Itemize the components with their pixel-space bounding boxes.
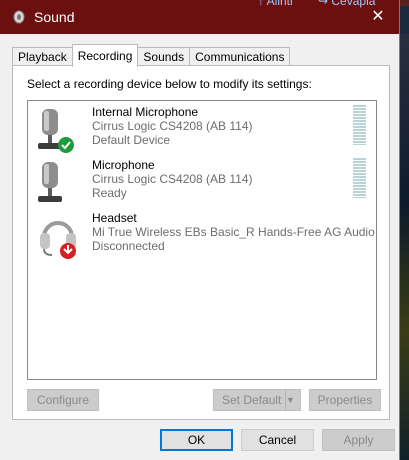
close-icon: ✕ xyxy=(371,8,385,25)
set-default-button[interactable]: Set Default ▼ xyxy=(213,389,301,411)
tab-playback[interactable]: Playback xyxy=(12,47,73,67)
cancel-button[interactable]: Cancel xyxy=(241,429,314,451)
window-title: Sound xyxy=(34,9,75,25)
level-meter xyxy=(353,105,366,145)
device-status: Disconnected xyxy=(92,239,165,253)
desktop-strip-right xyxy=(399,34,409,460)
device-name: Internal Microphone xyxy=(92,105,199,119)
recording-panel: Select a recording device below to modif… xyxy=(12,65,390,420)
title-bar[interactable]: ↑ Alinti ↪ Cevapla Sound ✕ xyxy=(0,0,399,34)
device-item-headset[interactable]: Headset Mi True Wireless EBs Basic_R Han… xyxy=(28,209,376,261)
close-button[interactable]: ✕ xyxy=(361,3,395,31)
microphone-icon xyxy=(38,162,62,202)
device-item-internal-microphone[interactable]: Internal Microphone Cirrus Logic CS4208 … xyxy=(28,103,376,155)
apply-button[interactable]: Apply xyxy=(322,429,395,451)
speaker-app-icon xyxy=(13,10,25,24)
device-item-microphone[interactable]: Microphone Cirrus Logic CS4208 (AB 114) … xyxy=(28,156,376,208)
headset-icon xyxy=(40,221,76,259)
tab-communications[interactable]: Communications xyxy=(189,47,291,67)
device-name: Headset xyxy=(92,211,137,225)
device-driver: Mi True Wireless EBs Basic_R Hands-Free … xyxy=(92,225,375,239)
ok-button[interactable]: OK xyxy=(160,429,233,451)
tab-sounds[interactable]: Sounds xyxy=(137,47,191,67)
microphone-icon xyxy=(38,109,74,153)
check-badge-icon xyxy=(58,137,74,153)
disconnected-badge-icon xyxy=(60,243,76,259)
tab-strip: Playback Recording Sounds Communications xyxy=(12,44,291,67)
device-list[interactable]: Internal Microphone Cirrus Logic CS4208 … xyxy=(27,100,377,380)
sound-dialog: ↑ Alinti ↪ Cevapla Sound ✕ Playback Reco… xyxy=(0,0,400,460)
device-status: Ready xyxy=(92,186,127,200)
device-name: Microphone xyxy=(92,158,155,172)
device-driver: Cirrus Logic CS4208 (AB 114) xyxy=(92,172,253,186)
device-driver: Cirrus Logic CS4208 (AB 114) xyxy=(92,119,253,133)
level-meter xyxy=(353,158,366,198)
instruction-text: Select a recording device below to modif… xyxy=(27,77,312,91)
device-status: Default Device xyxy=(92,133,171,147)
tab-recording[interactable]: Recording xyxy=(71,44,139,67)
background-quote-link: ↑ Alinti xyxy=(258,0,293,8)
chevron-down-icon[interactable]: ▼ xyxy=(285,390,300,410)
configure-button[interactable]: Configure xyxy=(27,389,99,411)
set-default-label: Set Default xyxy=(222,393,282,407)
properties-button[interactable]: Properties xyxy=(309,389,381,411)
